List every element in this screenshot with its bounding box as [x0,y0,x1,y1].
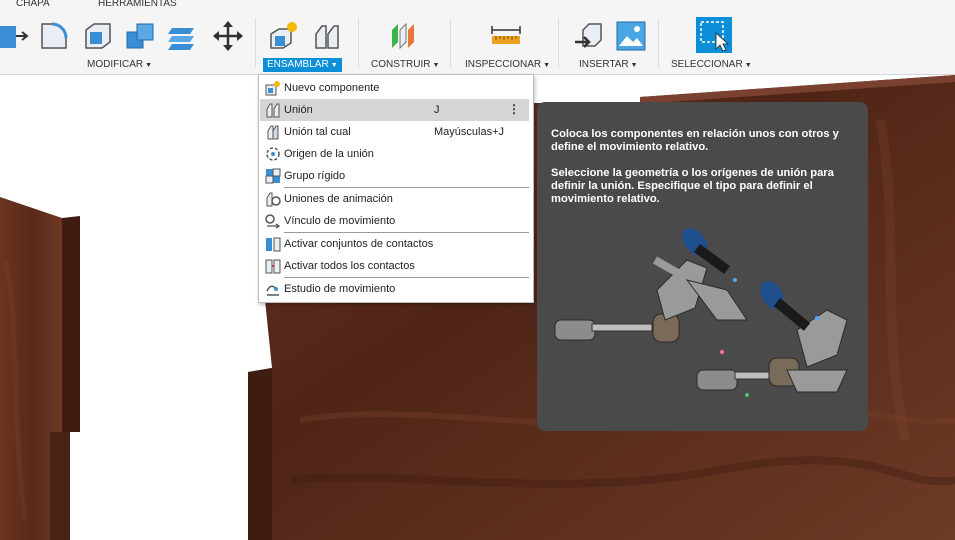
construir-menu[interactable]: CONSTRUIR ▼ [367,58,443,72]
construct-plane-icon[interactable] [388,20,420,52]
joint-icon[interactable] [310,20,342,52]
tab-herramientas[interactable]: HERRAMIENTAS [98,0,177,9]
ribbon-toolbar: CHAPA HERRAMIENTAS MODIFICAR ▼ ENSAMBLAR ▼ [0,0,955,75]
tab-chapa[interactable]: CHAPA [16,0,50,9]
fillet-icon[interactable] [38,20,70,52]
ensamblar-menu[interactable]: ENSAMBLAR ▼ [263,58,342,72]
menu-item-motion-study[interactable]: Estudio de movimiento [260,278,529,300]
insertar-menu[interactable]: INSERTAR ▼ [575,58,642,72]
menu-item-contact-sets[interactable]: Activar conjuntos de contactos [260,233,529,255]
divider [358,18,359,68]
measure-icon[interactable] [490,20,522,52]
insert-derive-icon[interactable] [573,20,605,52]
as-built-joint-icon [267,125,279,140]
ensamblar-dropdown: Nuevo componente Unión J ⋮ Unión tal cua… [258,74,534,303]
inspeccionar-menu[interactable]: INSPECCIONAR ▼ [461,58,554,72]
new-component-icon[interactable] [267,20,299,52]
divider [255,18,256,68]
modificar-menu[interactable]: MODIFICAR ▼ [83,58,156,72]
motion-study-icon [266,285,279,296]
drive-joints-icon [266,192,281,207]
menu-item-union[interactable]: Unión J ⋮ [260,99,529,121]
menu-item-rigid-group[interactable]: Grupo rígido [260,165,529,187]
contact-sets-icon [266,237,281,252]
all-contacts-icon [265,259,281,274]
menu-item-new-component[interactable]: Nuevo componente [260,77,529,99]
seleccionar-menu[interactable]: SELECCIONAR ▼ [667,58,756,72]
more-options-icon[interactable]: ⋮ [508,102,520,116]
rigid-group-icon [265,168,281,184]
divider [558,18,559,68]
select-icon[interactable] [696,17,732,53]
divider [450,18,451,68]
move-icon[interactable] [212,20,244,52]
tooltip-instructions: Seleccione la geometría o los orígenes d… [551,167,834,205]
tooltip-panel: Coloca los componentes en relación unos … [537,102,868,431]
joint-icon [266,103,280,118]
menu-item-joint-origin[interactable]: Origen de la unión [260,143,529,165]
tooltip-description: Coloca los componentes en relación unos … [551,128,839,153]
insert-canvas-icon[interactable] [615,20,647,52]
shell-icon[interactable] [82,20,114,52]
divider [658,18,659,68]
joint-origin-icon [266,147,280,161]
menu-item-all-contacts[interactable]: Activar todos los contactos [260,255,529,277]
press-pull-icon[interactable] [0,20,32,52]
motion-link-icon [265,214,281,229]
menu-item-as-built-joint[interactable]: Unión tal cual Mayúsculas+J [260,121,529,143]
joint-illustration [554,228,848,397]
combine-icon[interactable] [125,20,157,52]
menu-item-drive-joints[interactable]: Uniones de animación [260,188,529,210]
offset-faces-icon[interactable] [168,20,200,52]
menu-item-motion-link[interactable]: Vínculo de movimiento [260,210,529,232]
new-component-icon [265,81,280,96]
